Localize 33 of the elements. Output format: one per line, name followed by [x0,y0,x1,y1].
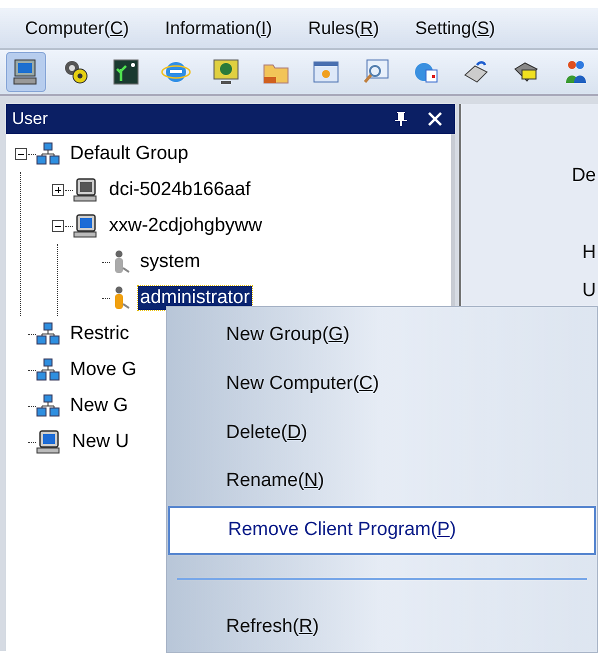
computer-group-icon [36,394,60,418]
detail-label: U [582,279,596,303]
close-icon[interactable] [427,111,443,127]
tree-item[interactable]: xxw-2cdjohgbyww [107,214,264,238]
tree-item[interactable]: dci-5024b166aaf [107,178,253,202]
menu-item[interactable]: Refresh(R) [168,603,596,652]
menu-item[interactable]: New Group(G) [168,311,596,360]
menu-item[interactable]: Computer(C) [25,14,130,42]
tree-item[interactable]: system [138,250,202,274]
menu-item[interactable]: Delete(D) [168,408,596,458]
pin-icon[interactable] [393,111,409,127]
menu-item[interactable]: Rules(R) [308,14,380,42]
detail-label: De [572,164,596,188]
toolbar-button[interactable] [6,52,46,92]
detail-label: H [582,240,596,264]
tree-item[interactable]: New G [68,394,130,418]
computer-group-icon [36,358,60,382]
menu-item[interactable]: Rename(N) [168,457,596,506]
menu-item[interactable]: Setting(S) [415,14,496,42]
tree-item[interactable]: Default Group [68,142,190,166]
menu-item[interactable]: Information(I) [165,14,272,42]
globe-monitor-icon [211,57,241,87]
menu-item[interactable]: New Computer(C) [168,360,596,408]
computer-group-icon [36,142,60,166]
tree-item[interactable]: Move G [68,358,139,382]
expand-toggle[interactable] [52,184,64,196]
menu-item[interactable]: Remove Client Program(P) [168,506,596,555]
tree-item[interactable]: New U [70,430,132,454]
panel-title: User [12,108,49,130]
collapse-toggle[interactable] [15,148,27,160]
computer-group-icon [36,322,60,346]
tree-item[interactable]: Restric [68,322,132,346]
collapse-toggle[interactable] [52,220,64,232]
